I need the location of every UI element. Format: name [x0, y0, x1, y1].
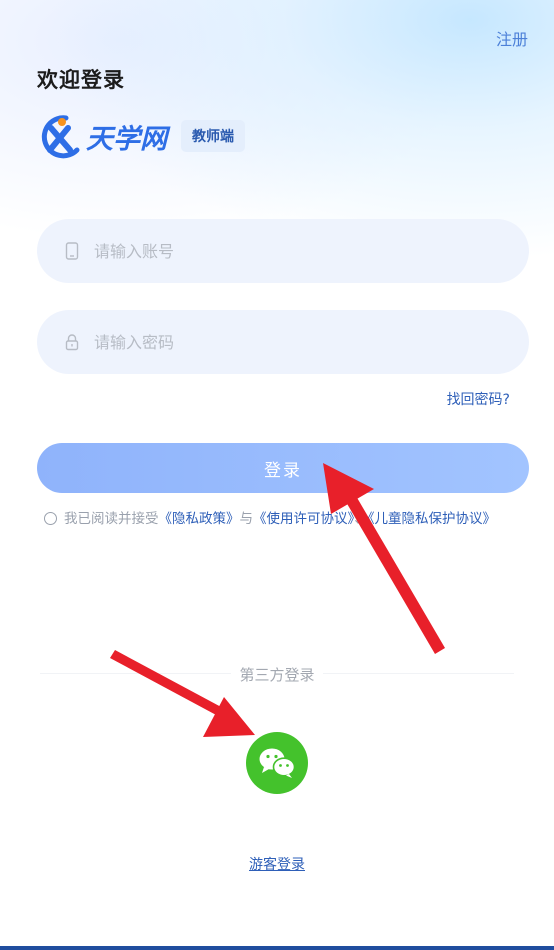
brand-row: 天学网 教师端 — [36, 112, 245, 160]
role-badge: 教师端 — [181, 120, 245, 152]
third-party-label: 第三方登录 — [231, 666, 323, 684]
tianxue-logo-icon — [41, 115, 80, 159]
wechat-login-button[interactable] — [246, 732, 308, 794]
brand-name: 天学网 — [86, 123, 167, 155]
account-field[interactable] — [37, 219, 529, 283]
login-button[interactable]: 登录 — [37, 443, 529, 493]
phone-icon — [65, 242, 79, 260]
register-link[interactable]: 注册 — [496, 26, 528, 50]
agreement-text: 我已阅读并接受《隐私政策》与《使用许可协议》、《儿童隐私保护协议》 — [44, 508, 524, 530]
agreement-and: 与 — [239, 511, 254, 527]
account-input[interactable] — [94, 241, 474, 261]
lock-icon — [65, 334, 79, 351]
password-field[interactable] — [37, 310, 529, 374]
privacy-policy-link[interactable]: 《隐私政策》 — [159, 511, 240, 527]
third-party-title: 第三方登录 — [0, 664, 554, 685]
welcome-title: 欢迎登录 — [37, 68, 125, 92]
bottom-bar — [0, 946, 554, 950]
login-screen: 注册 欢迎登录 天学网 教师端 找回密码? 登录 我已阅读并接受《隐私政策》与《… — [0, 0, 554, 950]
agree-radio[interactable] — [44, 512, 57, 525]
password-input[interactable] — [94, 332, 474, 352]
license-agreement-link[interactable]: 《使用许可协议》 — [253, 511, 354, 527]
wechat-icon — [259, 748, 296, 778]
guest-login-link[interactable]: 游客登录 — [0, 854, 554, 874]
child-privacy-link[interactable]: 《儿童隐私保护协议》 — [368, 511, 496, 527]
agreement-separator: 、 — [354, 511, 368, 527]
agreement-prefix: 我已阅读并接受 — [64, 511, 159, 527]
forgot-password-link[interactable]: 找回密码? — [447, 389, 510, 409]
